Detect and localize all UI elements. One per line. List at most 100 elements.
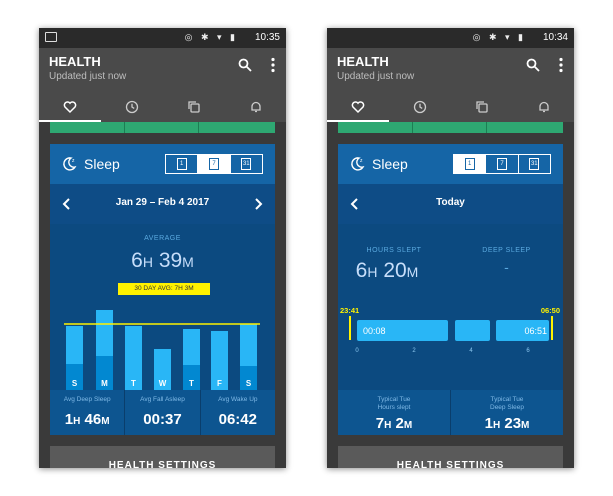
average-caption: AVERAGE bbox=[144, 235, 181, 242]
stat-typical-hours-slept: Typical Tue Hours slept 7H 2M bbox=[338, 390, 451, 435]
tab-history[interactable] bbox=[101, 94, 163, 122]
svg-text:z: z bbox=[72, 158, 75, 164]
day-label: T bbox=[189, 379, 194, 388]
thirty-day-average-badge: 30 DAY AVG: 7H 3M bbox=[118, 283, 210, 295]
clock-icon bbox=[413, 100, 427, 114]
chevron-right-icon[interactable] bbox=[252, 197, 264, 211]
axis-tick: 0 bbox=[355, 348, 359, 354]
heart-icon bbox=[63, 101, 77, 114]
hours-slept-value: 6H 20M bbox=[355, 259, 419, 282]
content: z Sleep 1 7 31 Jan 29 – Feb 4 2017 AVERA… bbox=[39, 122, 286, 468]
activity-card-strip bbox=[50, 122, 275, 133]
deep-sleep-value: - bbox=[504, 259, 509, 275]
app-subtitle: Updated just now bbox=[49, 71, 127, 82]
range-week-button[interactable]: 7 bbox=[486, 155, 519, 173]
search-icon[interactable] bbox=[526, 58, 540, 72]
calendar-icon: 1 bbox=[464, 158, 475, 170]
moon-icon: z bbox=[351, 157, 365, 171]
range-day-button[interactable]: 1 bbox=[454, 155, 487, 173]
range-day-button[interactable]: 1 bbox=[166, 155, 199, 173]
app-title: HEALTH bbox=[49, 54, 101, 69]
calendar-icon: 7 bbox=[496, 158, 507, 170]
status-icons: ◎ ✱ ▾ ▮ bbox=[472, 32, 526, 42]
segment-start-label: 00:08 bbox=[363, 326, 386, 336]
tab-bar bbox=[39, 94, 286, 122]
tab-activity[interactable] bbox=[163, 94, 225, 122]
date-navigator: Jan 29 – Feb 4 2017 bbox=[50, 184, 275, 224]
stat-typical-deep-sleep: Typical Tue Deep Sleep 1H 23M bbox=[484, 396, 530, 432]
average-duration: 6H 39M bbox=[131, 249, 194, 272]
app-subtitle: Updated just now bbox=[337, 71, 415, 82]
content: z Sleep 1 7 31 Today HOURS SLEPT DEEP SL… bbox=[327, 122, 574, 468]
sleep-card: z Sleep 1 7 31 Today HOURS SLEPT DEEP SL… bbox=[338, 144, 563, 435]
tab-health[interactable] bbox=[327, 94, 389, 122]
svg-text:z: z bbox=[360, 158, 363, 164]
bell-icon bbox=[251, 101, 261, 113]
search-icon[interactable] bbox=[238, 58, 252, 72]
bell-icon bbox=[539, 101, 549, 113]
app-bar: HEALTH Updated just now bbox=[39, 48, 286, 122]
sleep-segment bbox=[455, 320, 490, 341]
deep-sleep-caption: DEEP SLEEP bbox=[482, 247, 531, 254]
date-label: Today bbox=[436, 197, 465, 208]
tab-alarms[interactable] bbox=[225, 94, 286, 122]
card-title: Sleep bbox=[372, 156, 408, 172]
day-label: F bbox=[217, 379, 222, 388]
stat-avg-fall-asleep: Avg Fall Asleep 00:37 bbox=[125, 390, 201, 435]
daily-sleep-timeline: 23:41 06:50 00:08 06:51 0 2 4 6 bbox=[340, 306, 560, 354]
heart-icon bbox=[351, 101, 365, 114]
axis-tick: 2 bbox=[412, 348, 416, 354]
tab-alarms[interactable] bbox=[513, 94, 574, 122]
more-vert-icon[interactable] bbox=[270, 57, 276, 73]
tab-bar bbox=[327, 94, 574, 122]
day-label: S bbox=[246, 379, 252, 388]
daily-stats: Typical Tue Hours slept 7H 2M Typical Tue… bbox=[338, 390, 563, 435]
calendar-icon: 7 bbox=[208, 158, 219, 170]
sleep-end-time: 06:50 bbox=[541, 306, 560, 315]
card-title: Sleep bbox=[84, 156, 120, 172]
weekly-summary: AVERAGE 6H 39M 30 DAY AVG: 7H 3M S M T W… bbox=[50, 224, 275, 390]
range-selector: 1 7 31 bbox=[165, 154, 263, 174]
range-month-button[interactable]: 31 bbox=[519, 155, 550, 173]
app-title: HEALTH bbox=[337, 54, 389, 69]
day-label: M bbox=[101, 379, 108, 388]
app-bar: HEALTH Updated just now bbox=[327, 48, 574, 122]
day-label: S bbox=[72, 379, 78, 388]
weekly-sleep-chart: S M T W T F S bbox=[64, 310, 260, 390]
range-week-button[interactable]: 7 bbox=[198, 155, 231, 173]
axis-tick: 4 bbox=[469, 348, 473, 354]
tab-activity[interactable] bbox=[451, 94, 513, 122]
tab-history[interactable] bbox=[389, 94, 451, 122]
date-navigator: Today bbox=[338, 184, 563, 224]
weekly-stats: Avg Deep Sleep 1H 46M Avg Fall Asleep 00… bbox=[50, 390, 275, 435]
calendar-icon: 31 bbox=[241, 158, 252, 170]
hours-slept-caption: HOURS SLEPT bbox=[366, 247, 422, 254]
calendar-icon: 31 bbox=[529, 158, 540, 170]
day-label: W bbox=[159, 379, 167, 388]
range-month-button[interactable]: 31 bbox=[231, 155, 262, 173]
stat-avg-wake-up: Avg Wake Up 06:42 bbox=[218, 396, 258, 428]
clock-icon bbox=[125, 100, 139, 114]
range-selector: 1 7 31 bbox=[453, 154, 551, 174]
copy-icon bbox=[476, 101, 488, 113]
status-time: 10:34 bbox=[542, 32, 568, 43]
phone-weekly: ◎ ✱ ▾ ▮ 10:35 HEALTH Updated just now z … bbox=[39, 28, 286, 468]
day-label: T bbox=[131, 379, 136, 388]
tab-health[interactable] bbox=[39, 94, 101, 122]
calendar-icon: 1 bbox=[176, 158, 187, 170]
status-icons: ◎ ✱ ▾ ▮ bbox=[184, 32, 238, 42]
daily-summary: HOURS SLEPT DEEP SLEEP 6H 20M - 23:41 06… bbox=[338, 224, 563, 390]
stat-avg-deep-sleep: Avg Deep Sleep 1H 46M bbox=[50, 390, 126, 435]
status-bar: ◎ ✱ ▾ ▮ 10:35 bbox=[39, 28, 286, 48]
health-settings-button[interactable]: HEALTH SETTINGS bbox=[338, 446, 563, 468]
phone-daily: ◎ ✱ ▾ ▮ 10:34 HEALTH Updated just now z … bbox=[327, 28, 574, 468]
health-settings-button[interactable]: HEALTH SETTINGS bbox=[50, 446, 275, 468]
sleep-start-time: 23:41 bbox=[340, 306, 359, 315]
more-vert-icon[interactable] bbox=[558, 57, 564, 73]
card-header: z Sleep 1 7 31 bbox=[50, 144, 275, 184]
sleep-card: z Sleep 1 7 31 Jan 29 – Feb 4 2017 AVERA… bbox=[50, 144, 275, 435]
card-header: z Sleep 1 7 31 bbox=[338, 144, 563, 184]
copy-icon bbox=[188, 101, 200, 113]
image-notification-icon bbox=[45, 32, 57, 42]
activity-card-strip bbox=[338, 122, 563, 133]
